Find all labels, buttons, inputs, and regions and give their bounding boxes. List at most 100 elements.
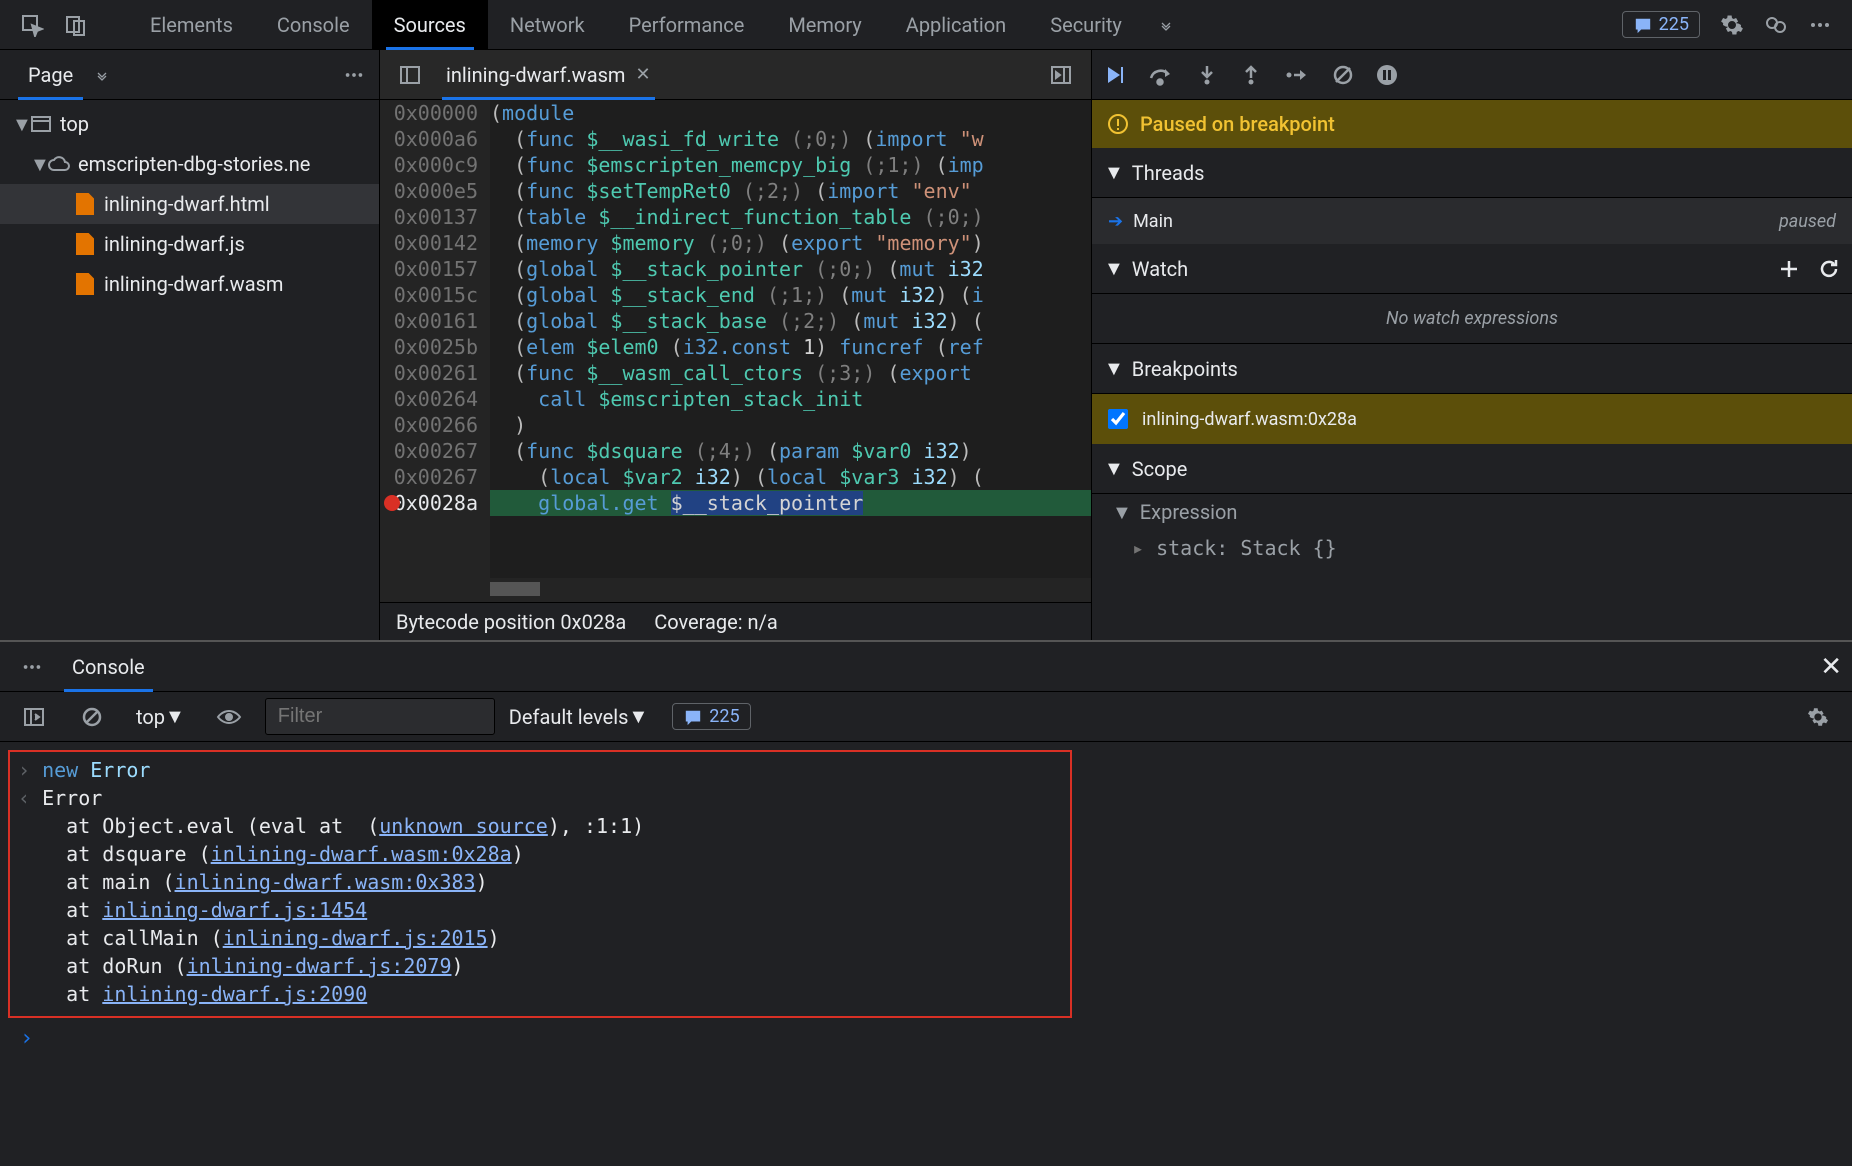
- scope-body: ▸ stack: Stack {}: [1092, 530, 1852, 566]
- tree-root-label: top: [60, 112, 89, 136]
- tree-file-html[interactable]: inlining-dwarf.html: [0, 184, 379, 224]
- inspect-icon[interactable]: [18, 11, 46, 39]
- topbar-right: 225: [1612, 11, 1842, 39]
- tab-application[interactable]: Application: [884, 0, 1028, 50]
- step-out-icon[interactable]: [1240, 64, 1262, 86]
- current-thread-arrow-icon: ➔: [1108, 211, 1123, 232]
- editor-panel: inlining-dwarf.wasm ✕ 0x000000x000a60x00…: [380, 50, 1092, 640]
- expression-section[interactable]: ▼Expression: [1092, 494, 1852, 530]
- console-sidebar-toggle-icon[interactable]: [20, 703, 48, 731]
- device-toggle-icon[interactable]: [62, 11, 90, 39]
- scope-section[interactable]: ▼Scope: [1092, 444, 1852, 494]
- cloud-icon: [48, 156, 70, 172]
- paused-message: Paused on breakpoint: [1140, 112, 1335, 136]
- scope-expr-label: stack:: [1156, 536, 1228, 560]
- pause-exceptions-icon[interactable]: [1376, 64, 1398, 86]
- breakpoint-label: inlining-dwarf.wasm:0x28a: [1142, 409, 1357, 430]
- section-title: Threads: [1132, 161, 1205, 185]
- console-settings-icon[interactable]: [1804, 703, 1832, 731]
- console-toolbar: top ▼ Default levels ▼ 225: [0, 692, 1852, 742]
- breakpoint-checkbox[interactable]: [1108, 409, 1128, 429]
- tab-console[interactable]: Console: [255, 0, 372, 50]
- thread-row[interactable]: ➔ Main paused: [1092, 198, 1852, 244]
- file-icon: [74, 273, 96, 295]
- tab-security[interactable]: Security: [1028, 0, 1144, 50]
- file-label: inlining-dwarf.html: [104, 192, 270, 216]
- section-title: Watch: [1132, 257, 1188, 281]
- drawer-more-icon[interactable]: [18, 653, 46, 681]
- console-issues-counter[interactable]: 225: [672, 703, 750, 730]
- window-icon: [30, 116, 52, 132]
- context-selector[interactable]: top ▼: [128, 700, 193, 733]
- thread-state: paused: [1779, 211, 1836, 232]
- code-area[interactable]: (module (func $__wasi_fd_write (;0;) (im…: [490, 100, 1091, 578]
- tab-sources[interactable]: Sources: [372, 0, 488, 50]
- step-over-icon[interactable]: [1148, 64, 1174, 86]
- refresh-watch-icon[interactable]: [1818, 258, 1840, 280]
- paused-status-bar: Paused on breakpoint: [1092, 100, 1852, 148]
- add-watch-icon[interactable]: [1778, 258, 1800, 280]
- devtools-topbar: Elements Console Sources Network Perform…: [0, 0, 1852, 50]
- close-tab-icon[interactable]: ✕: [635, 64, 650, 85]
- console-filter-input[interactable]: [265, 698, 495, 735]
- file-icon: [74, 193, 96, 215]
- more-panels-icon[interactable]: [91, 69, 113, 81]
- caret-icon: ▼: [30, 152, 44, 177]
- toggle-debugger-icon[interactable]: [1047, 61, 1075, 89]
- editor-body[interactable]: 0x000000x000a60x000c90x000e50x001370x001…: [380, 100, 1091, 578]
- step-icon[interactable]: [1284, 64, 1310, 86]
- tree-root[interactable]: ▼ top: [0, 104, 379, 144]
- tab-elements[interactable]: Elements: [128, 0, 255, 50]
- section-title: Expression: [1140, 500, 1238, 524]
- clear-console-icon[interactable]: [78, 703, 106, 731]
- editor-minimap: [380, 578, 1091, 602]
- close-drawer-icon[interactable]: ✕: [1820, 652, 1842, 682]
- editor-status-bar: Bytecode position 0x028a Coverage: n/a: [380, 602, 1091, 640]
- resume-icon[interactable]: [1104, 64, 1126, 86]
- page-more-icon[interactable]: [343, 64, 365, 86]
- drawer-tab-console[interactable]: Console: [54, 642, 163, 692]
- tree-domain[interactable]: ▼ emscripten-dbg-stories.ne: [0, 144, 379, 184]
- tree-file-js[interactable]: inlining-dwarf.js: [0, 224, 379, 264]
- editor-tab[interactable]: inlining-dwarf.wasm ✕: [432, 50, 665, 100]
- scope-expr-value: Stack {}: [1240, 536, 1336, 560]
- main-tabs: Elements Console Sources Network Perform…: [128, 0, 1612, 50]
- debugger-toolbar: [1092, 50, 1852, 100]
- sources-main: Page ▼ top ▼ emscripten-dbg-stories.ne i…: [0, 50, 1852, 640]
- toggle-navigator-icon[interactable]: [396, 61, 424, 89]
- step-into-icon[interactable]: [1196, 64, 1218, 86]
- file-icon: [74, 233, 96, 255]
- log-levels-selector[interactable]: Default levels ▼: [509, 704, 648, 729]
- deactivate-breakpoints-icon[interactable]: [1332, 64, 1354, 86]
- threads-section[interactable]: ▼Threads: [1092, 148, 1852, 198]
- bytecode-position: Bytecode position 0x028a: [396, 610, 626, 634]
- page-tab[interactable]: Page: [14, 50, 87, 100]
- issues-counter[interactable]: 225: [1622, 11, 1700, 38]
- page-panel-header: Page: [0, 50, 379, 100]
- file-label: inlining-dwarf.js: [104, 232, 245, 256]
- console-body: › new Error‹ Error at Object.eval (eval …: [0, 742, 1852, 1164]
- file-tree: ▼ top ▼ emscripten-dbg-stories.ne inlini…: [0, 100, 379, 308]
- caret-icon: ▼: [12, 112, 26, 137]
- console-error-output: › new Error‹ Error at Object.eval (eval …: [8, 750, 1072, 1018]
- editor-tabs: inlining-dwarf.wasm ✕: [380, 50, 1091, 100]
- console-prompt[interactable]: ›: [8, 1018, 1852, 1059]
- more-tabs-icon[interactable]: [1152, 11, 1180, 39]
- issues-count-text: 225: [1659, 14, 1689, 35]
- breakpoint-row[interactable]: inlining-dwarf.wasm:0x28a: [1092, 394, 1852, 444]
- watch-section[interactable]: ▼Watch: [1092, 244, 1852, 294]
- settings-gear-icon[interactable]: [1718, 11, 1746, 39]
- page-panel: Page ▼ top ▼ emscripten-dbg-stories.ne i…: [0, 50, 380, 640]
- thread-name: Main: [1133, 211, 1173, 232]
- live-expression-icon[interactable]: [215, 703, 243, 731]
- tree-file-wasm[interactable]: inlining-dwarf.wasm: [0, 264, 379, 304]
- tab-performance[interactable]: Performance: [607, 0, 767, 50]
- experiments-icon[interactable]: [1762, 11, 1790, 39]
- file-label: inlining-dwarf.wasm: [104, 272, 283, 296]
- coverage-status: Coverage: n/a: [654, 610, 778, 634]
- tab-memory[interactable]: Memory: [766, 0, 883, 50]
- breakpoints-section[interactable]: ▼Breakpoints: [1092, 344, 1852, 394]
- tab-network[interactable]: Network: [488, 0, 607, 50]
- kebab-menu-icon[interactable]: [1806, 11, 1834, 39]
- debugger-panel: Paused on breakpoint ▼Threads ➔ Main pau…: [1092, 50, 1852, 640]
